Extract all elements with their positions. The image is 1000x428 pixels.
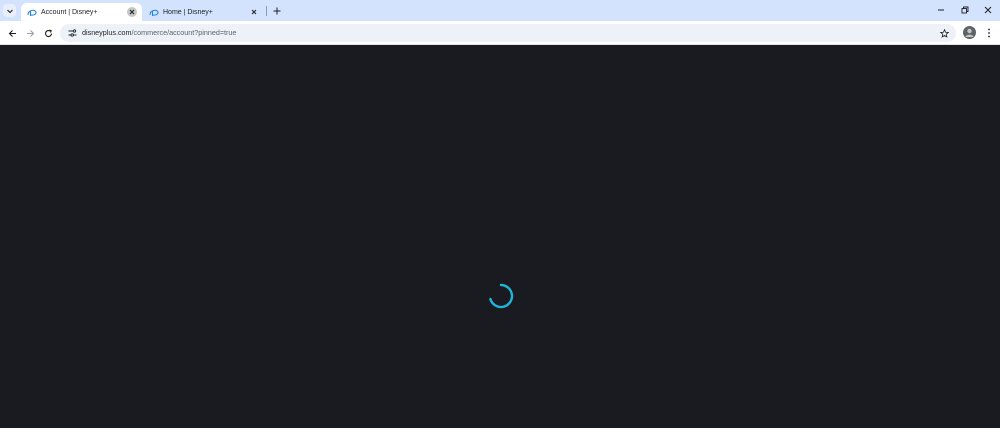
bookmark-star-icon[interactable] xyxy=(938,27,950,39)
profile-avatar[interactable] xyxy=(963,26,976,39)
close-window-button[interactable] xyxy=(978,3,998,17)
restore-icon xyxy=(961,6,969,14)
disney-plus-favicon-icon xyxy=(149,7,159,17)
browser-toolbar: disneyplus.com/commerce/account?pinned=t… xyxy=(0,21,1000,45)
reload-icon xyxy=(44,29,52,37)
close-icon xyxy=(984,6,992,14)
tab-home[interactable]: Home | Disney+ xyxy=(143,3,264,21)
arrow-left-icon xyxy=(8,29,16,37)
url-host: disneyplus.com xyxy=(82,28,132,37)
tab-search-button[interactable] xyxy=(3,4,16,17)
back-button[interactable] xyxy=(5,26,19,40)
more-vert-icon xyxy=(988,28,990,38)
plus-icon xyxy=(273,7,280,14)
restore-button[interactable] xyxy=(955,3,975,17)
browser-menu-button[interactable] xyxy=(983,26,995,40)
reload-button[interactable] xyxy=(41,26,55,40)
url-path: /commerce/account?pinned=true xyxy=(131,28,237,37)
new-tab-button[interactable] xyxy=(270,4,283,17)
close-tab-button[interactable] xyxy=(127,7,137,17)
avatar-icon xyxy=(965,28,974,37)
close-icon xyxy=(129,9,135,15)
tab-account[interactable]: Account | Disney+ xyxy=(21,3,142,21)
tab-title: Account | Disney+ xyxy=(41,8,98,16)
forward-button[interactable] xyxy=(23,26,37,40)
tab-strip: Account | Disney+ Home | Disney+ xyxy=(0,0,1000,21)
arrow-right-icon xyxy=(26,29,34,37)
close-tab-button[interactable] xyxy=(249,7,259,17)
disney-plus-favicon-icon xyxy=(27,7,37,17)
minimize-button[interactable] xyxy=(931,3,951,17)
url-text: disneyplus.com/commerce/account?pinned=t… xyxy=(82,28,236,38)
address-bar[interactable]: disneyplus.com/commerce/account?pinned=t… xyxy=(60,24,956,42)
page-content xyxy=(0,46,1000,428)
site-info-icon[interactable] xyxy=(66,27,78,39)
tab-title: Home | Disney+ xyxy=(163,8,213,16)
tab-separator xyxy=(266,6,267,16)
loading-spinner-icon xyxy=(489,283,514,309)
chevron-down-icon xyxy=(6,9,13,13)
minimize-icon xyxy=(938,9,944,11)
close-icon xyxy=(251,9,257,15)
